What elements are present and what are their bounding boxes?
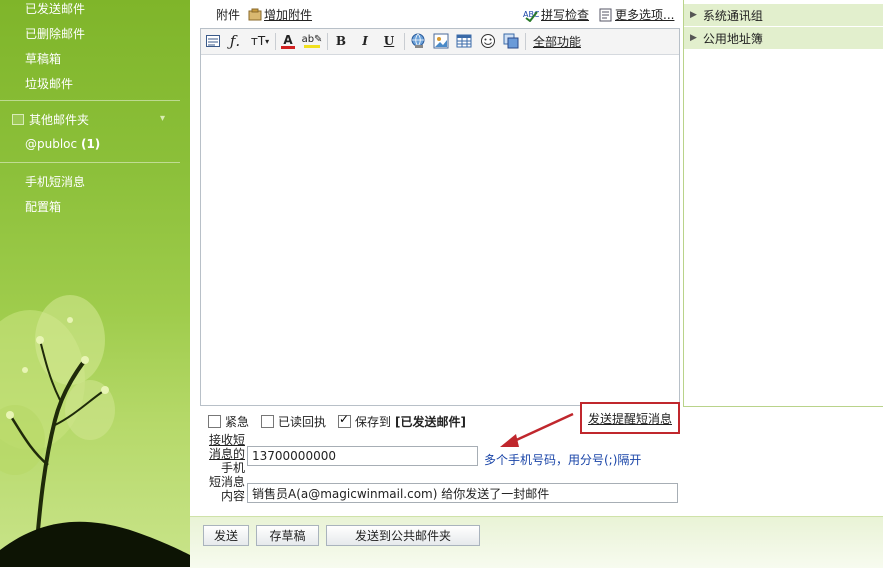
send-to-public-folder-button[interactable]: 发送到公共邮件夹 [326,525,480,546]
chevron-down-icon[interactable]: ▾ [160,113,165,124]
publoc-count: (1) [80,137,101,151]
paragraph-format-button[interactable] [203,32,223,50]
font-size-button[interactable]: тT ▾ [248,32,272,50]
read-receipt-label: 已读回执 [278,415,327,429]
spell-check-link[interactable]: ABC 拼写检查 [523,6,589,23]
highlight-color-button[interactable]: ab✎ [301,32,323,50]
paragraph-icon [206,35,220,47]
chevron-right-icon: ▶ [690,10,697,20]
more-options-link[interactable]: 更多选项... [599,6,674,23]
highlight-icon: ab✎ [301,34,323,45]
smiley-icon [481,34,495,48]
folder-icon [12,114,24,125]
send-reminder-callout: 发送提醒短消息 [580,402,680,434]
content-label-line2: 短消息 [208,475,245,489]
rich-text-editor: ƒ. тT ▾ A ab✎ B I U 全部功能 [200,28,680,406]
bold-button[interactable]: B [331,32,351,50]
content-label-line1: 手机 [220,461,245,475]
receiver-label-line2: 消息的 [208,447,245,461]
sidebar-item-config[interactable]: 配置箱 [25,198,61,215]
toolbar-separator [404,33,405,50]
chevron-right-icon: ▶ [690,33,697,43]
media-icon [503,33,519,49]
insert-emoticon-button[interactable] [478,32,498,50]
globe-link-icon [411,33,425,48]
receiver-label-line1: 接收短 [208,433,245,447]
sidebar-item-deleted[interactable]: 已删除邮件 [25,25,85,42]
sidebar-item-publoc[interactable]: @publoc (1) [25,137,100,151]
other-folders-header[interactable]: 其他邮件夹 [12,111,89,128]
font-family-icon: ƒ. [229,32,241,50]
sms-field-labels: 接收短 消息的 手机 短消息 内容 [193,433,245,503]
spell-check-label: 拼写检查 [541,8,590,22]
decorative-tree-illustration [0,295,190,567]
font-color-swatch [281,45,295,49]
compose-topbar: 附件 增加附件 ABC 拼写检查 更多选项... [190,0,680,26]
dropdown-icon: ▾ [265,36,270,46]
editor-toolbar: ƒ. тT ▾ A ab✎ B I U 全部功能 [201,29,679,55]
sidebar-item-sms[interactable]: 手机短消息 [25,173,85,190]
options-icon [599,8,612,21]
send-button[interactable]: 发送 [203,525,249,546]
highlight-swatch [304,45,320,48]
urgent-option[interactable]: 紧急 [208,413,249,430]
read-receipt-checkbox[interactable] [261,415,274,428]
sidebar: 已发送邮件 已删除邮件 草稿箱 垃圾邮件 其他邮件夹 ▾ @publoc (1)… [0,0,190,567]
sms-content-input[interactable] [247,483,678,503]
other-folders-title: 其他邮件夹 [29,113,90,127]
save-draft-button[interactable]: 存草稿 [256,525,319,546]
underline-button[interactable]: U [379,32,399,50]
sidebar-item-sent[interactable]: 已发送邮件 [25,0,85,17]
add-attachment-label: 增加附件 [264,8,313,22]
save-to-sent-checkbox[interactable] [338,412,351,428]
font-color-icon: A [283,32,293,47]
add-attachment-link[interactable]: 增加附件 [248,6,312,23]
urgent-label: 紧急 [225,415,250,429]
insert-image-button[interactable] [431,32,451,50]
toolbar-separator [275,33,276,50]
table-icon [456,34,472,48]
insert-table-button[interactable] [454,32,474,50]
content-label-line3: 内容 [220,489,245,503]
paperclip-icon [248,8,262,21]
more-options-label: 更多选项... [615,8,675,22]
font-family-button[interactable]: ƒ. [225,32,245,50]
font-size-label: тT [250,34,266,48]
publoc-label: @publoc [25,137,78,151]
sidebar-divider [0,100,180,101]
all-functions-button[interactable]: 全部功能 [528,32,586,50]
insert-media-button[interactable] [501,32,521,50]
font-color-button[interactable]: A [278,32,298,50]
save-to-sent-option[interactable]: 保存到[已发送邮件] [338,412,466,430]
urgent-checkbox[interactable] [208,415,221,428]
svg-text:ABC: ABC [523,10,539,19]
image-icon [433,33,449,49]
contact-group-public[interactable]: ▶ 公用地址簿 [684,27,883,49]
italic-button[interactable]: I [355,32,375,50]
sidebar-item-drafts[interactable]: 草稿箱 [25,50,61,67]
sidebar-divider [0,162,180,163]
attachment-label: 附件 [216,8,241,22]
insert-link-button[interactable] [408,32,428,50]
toolbar-separator [525,33,526,50]
contact-group-label: 系统通讯组 [702,8,763,23]
spell-check-icon: ABC [523,10,539,22]
read-receipt-option[interactable]: 已读回执 [261,413,326,430]
toolbar-separator [327,33,328,50]
contact-group-system[interactable]: ▶ 系统通讯组 [684,4,883,26]
phone-hint: 多个手机号码，用分号(;)隔开 [484,453,642,467]
email-body-editor[interactable] [201,55,679,405]
address-book-panel: ▶ 系统通讯组 ▶ 公用地址簿 [683,0,883,407]
send-reminder-sms-link[interactable]: 发送提醒短消息 [588,410,672,427]
sidebar-item-spam[interactable]: 垃圾邮件 [25,75,73,92]
save-to-label: 保存到 [355,415,392,429]
save-to-folder-label: [已发送邮件] [395,415,466,429]
sms-phone-input[interactable] [247,446,478,466]
contact-group-label: 公用地址簿 [702,31,763,46]
